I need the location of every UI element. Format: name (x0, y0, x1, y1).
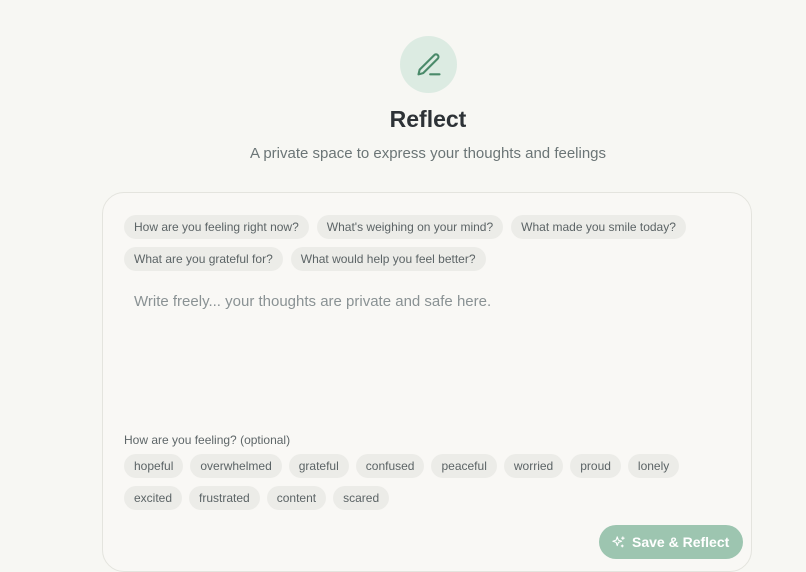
prompt-row: What are you grateful for? What would he… (124, 247, 486, 271)
prompt-chip[interactable]: What are you grateful for? (124, 247, 283, 271)
mood-row: excited frustrated content scared (124, 486, 390, 510)
mood-row: hopeful overwhelmed grateful confused pe… (124, 454, 680, 478)
mood-chip[interactable]: confused (355, 454, 425, 478)
page-title: Reflect (389, 106, 467, 132)
prompt-row: How are you feeling right now? What's we… (124, 215, 686, 239)
prompt-chip[interactable]: What's weighing on your mind? (316, 215, 504, 239)
mood-chip[interactable]: hopeful (124, 454, 184, 478)
sparkles-icon (612, 535, 625, 547)
save-button-label: Save & Reflect (632, 534, 730, 550)
mood-chip[interactable]: overwhelmed (190, 454, 282, 478)
prompt-chip[interactable]: What would help you feel better? (290, 247, 486, 271)
mood-chip[interactable]: lonely (627, 454, 680, 478)
mood-chip[interactable]: frustrated (189, 486, 260, 510)
save-reflect-button[interactable]: Save & Reflect (599, 525, 744, 559)
mood-chip[interactable]: proud (570, 454, 621, 478)
journal-card: How are you feeling right now? What's we… (102, 192, 752, 572)
page-subtitle: A private space to express your thoughts… (249, 145, 607, 162)
mood-chip[interactable]: excited (124, 486, 183, 510)
mood-chip[interactable]: peaceful (431, 454, 497, 478)
mood-chip[interactable]: grateful (288, 454, 349, 478)
prompt-chip[interactable]: What made you smile today? (511, 215, 686, 239)
prompt-chip[interactable]: How are you feeling right now? (124, 215, 309, 239)
mood-chip[interactable]: worried (503, 454, 564, 478)
mood-label: How are you feeling? (optional) (124, 433, 291, 447)
hero-icon-circle (400, 36, 457, 93)
mood-chip[interactable]: scared (333, 486, 390, 510)
journal-entry-textarea[interactable] (124, 285, 730, 415)
mood-chip[interactable]: content (266, 486, 327, 510)
pencil-icon (416, 52, 441, 75)
